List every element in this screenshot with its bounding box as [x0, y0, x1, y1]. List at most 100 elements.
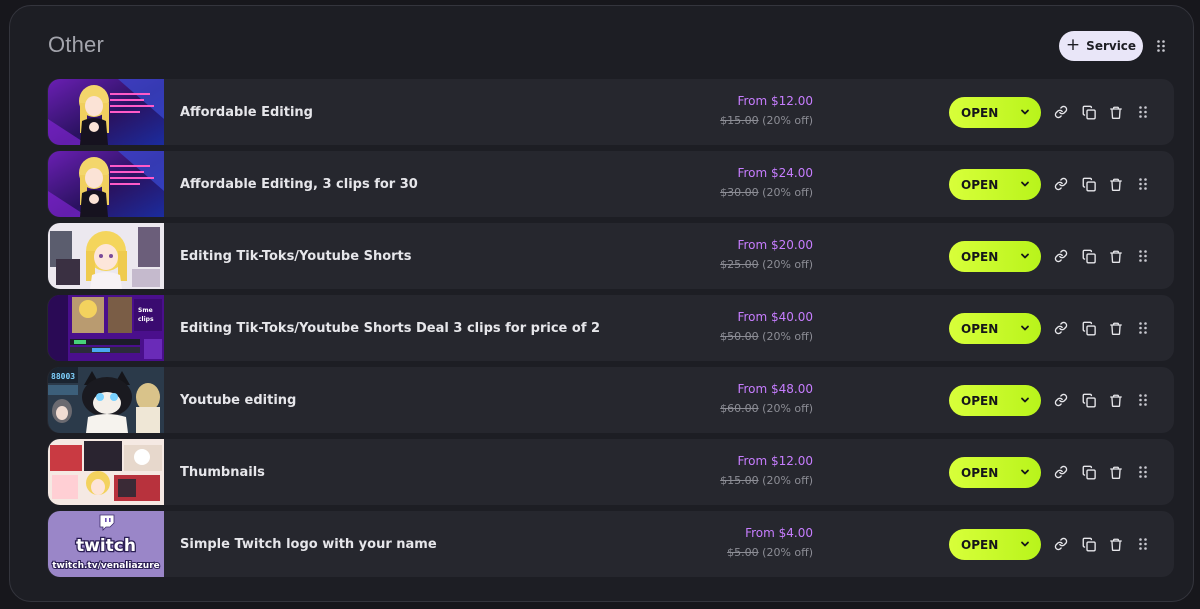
- price-original: $60.00 (20% off): [720, 401, 813, 417]
- price-from: From $24.00: [737, 166, 813, 180]
- price-block: From $4.00 $5.00 (20% off): [727, 525, 813, 561]
- service-thumbnail: twitch twitch.tv/venaliazure: [48, 511, 164, 577]
- service-thumbnail: [48, 439, 164, 505]
- service-row[interactable]: Thumbnails From $12.00 $15.00 (20% off) …: [47, 439, 1174, 505]
- price-from: From $4.00: [745, 526, 813, 540]
- status-label: OPEN: [961, 249, 999, 264]
- drag-handle-icon[interactable]: [1134, 175, 1152, 193]
- service-name[interactable]: Simple Twitch logo with your name: [180, 511, 437, 577]
- status-label: OPEN: [961, 321, 999, 336]
- link-icon[interactable]: [1052, 103, 1070, 121]
- copy-icon[interactable]: [1080, 463, 1098, 481]
- add-service-button[interactable]: + Service: [1059, 31, 1143, 61]
- status-label: OPEN: [961, 105, 999, 120]
- link-icon[interactable]: [1052, 535, 1070, 553]
- trash-icon[interactable]: [1107, 391, 1125, 409]
- svg-text:88003: 88003: [51, 372, 75, 381]
- thumbnail-art: [48, 439, 164, 505]
- drag-handle-icon[interactable]: [1134, 463, 1152, 481]
- status-dropdown[interactable]: OPEN: [949, 97, 1041, 128]
- price-discount: (20% off): [762, 258, 813, 271]
- service-list: Affordable Editing From $12.00 $15.00 (2…: [47, 79, 1174, 577]
- trash-icon[interactable]: [1107, 463, 1125, 481]
- service-thumbnail: Sme clips: [48, 295, 164, 361]
- service-thumbnail: [48, 151, 164, 217]
- price-block: From $24.00 $30.00 (20% off): [720, 165, 813, 201]
- thumbnail-art: [48, 223, 164, 289]
- svg-text:Sme: Sme: [138, 307, 153, 314]
- status-dropdown[interactable]: OPEN: [949, 529, 1041, 560]
- link-icon[interactable]: [1052, 319, 1070, 337]
- trash-icon[interactable]: [1107, 319, 1125, 337]
- drag-handle-icon[interactable]: [1134, 391, 1152, 409]
- service-name[interactable]: Thumbnails: [180, 439, 265, 505]
- svg-text:clips: clips: [138, 316, 154, 323]
- service-name[interactable]: Affordable Editing: [180, 79, 313, 145]
- status-dropdown[interactable]: OPEN: [949, 241, 1041, 272]
- service-row[interactable]: 88003 Youtube editing From $48.00 $60.00…: [47, 367, 1174, 433]
- chevron-down-icon: [1021, 325, 1029, 331]
- section-title: Other: [48, 32, 105, 57]
- service-row[interactable]: Affordable Editing From $12.00 $15.00 (2…: [47, 79, 1174, 145]
- price-original-amount: $60.00: [720, 402, 759, 415]
- drag-handle-icon[interactable]: [1134, 103, 1152, 121]
- price-original: $30.00 (20% off): [720, 185, 813, 201]
- link-icon[interactable]: [1052, 391, 1070, 409]
- price-original: $15.00 (20% off): [720, 113, 813, 129]
- price-block: From $20.00 $25.00 (20% off): [720, 237, 813, 273]
- drag-handle-icon[interactable]: [1134, 535, 1152, 553]
- services-panel: Other + Service Affordable Editing From …: [9, 5, 1194, 602]
- price-discount: (20% off): [762, 186, 813, 199]
- copy-icon[interactable]: [1080, 319, 1098, 337]
- twitch-wordmark: twitch: [76, 536, 136, 556]
- status-label: OPEN: [961, 393, 999, 408]
- price-block: From $12.00 $15.00 (20% off): [720, 93, 813, 129]
- chevron-down-icon: [1021, 397, 1029, 403]
- service-name[interactable]: Youtube editing: [180, 367, 296, 433]
- drag-handle-icon[interactable]: [1134, 247, 1152, 265]
- thumbnail-art: 88003: [48, 367, 164, 433]
- price-from: From $20.00: [737, 238, 813, 252]
- copy-icon[interactable]: [1080, 391, 1098, 409]
- price-discount: (20% off): [762, 546, 813, 559]
- section-drag-handle-icon[interactable]: [1153, 37, 1169, 55]
- price-discount: (20% off): [762, 474, 813, 487]
- copy-icon[interactable]: [1080, 535, 1098, 553]
- trash-icon[interactable]: [1107, 103, 1125, 121]
- service-name[interactable]: Editing Tik-Toks/Youtube Shorts Deal 3 c…: [180, 295, 600, 361]
- price-original-amount: $30.00: [720, 186, 759, 199]
- service-name[interactable]: Editing Tik-Toks/Youtube Shorts: [180, 223, 412, 289]
- service-row[interactable]: Editing Tik-Toks/Youtube Shorts From $20…: [47, 223, 1174, 289]
- copy-icon[interactable]: [1080, 175, 1098, 193]
- trash-icon[interactable]: [1107, 247, 1125, 265]
- price-from: From $48.00: [737, 382, 813, 396]
- service-row[interactable]: twitch twitch.tv/venaliazure Simple Twit…: [47, 511, 1174, 577]
- trash-icon[interactable]: [1107, 535, 1125, 553]
- twitch-url: twitch.tv/venaliazure: [52, 561, 160, 571]
- trash-icon[interactable]: [1107, 175, 1125, 193]
- price-original-amount: $25.00: [720, 258, 759, 271]
- price-from: From $12.00: [737, 94, 813, 108]
- plus-icon: +: [1065, 35, 1081, 55]
- status-dropdown[interactable]: OPEN: [949, 457, 1041, 488]
- link-icon[interactable]: [1052, 463, 1070, 481]
- chevron-down-icon: [1021, 181, 1029, 187]
- price-original: $50.00 (20% off): [720, 329, 813, 345]
- service-thumbnail: 88003: [48, 367, 164, 433]
- link-icon[interactable]: [1052, 175, 1070, 193]
- service-row[interactable]: Affordable Editing, 3 clips for 30 From …: [47, 151, 1174, 217]
- status-dropdown[interactable]: OPEN: [949, 169, 1041, 200]
- service-name[interactable]: Affordable Editing, 3 clips for 30: [180, 151, 418, 217]
- price-original-amount: $15.00: [720, 114, 759, 127]
- status-dropdown[interactable]: OPEN: [949, 313, 1041, 344]
- copy-icon[interactable]: [1080, 103, 1098, 121]
- service-thumbnail: [48, 223, 164, 289]
- service-row[interactable]: Sme clips Editing Tik-Toks/Youtube Short…: [47, 295, 1174, 361]
- price-block: From $12.00 $15.00 (20% off): [720, 453, 813, 489]
- chevron-down-icon: [1021, 253, 1029, 259]
- drag-handle-icon[interactable]: [1134, 319, 1152, 337]
- link-icon[interactable]: [1052, 247, 1070, 265]
- service-thumbnail: [48, 79, 164, 145]
- status-dropdown[interactable]: OPEN: [949, 385, 1041, 416]
- copy-icon[interactable]: [1080, 247, 1098, 265]
